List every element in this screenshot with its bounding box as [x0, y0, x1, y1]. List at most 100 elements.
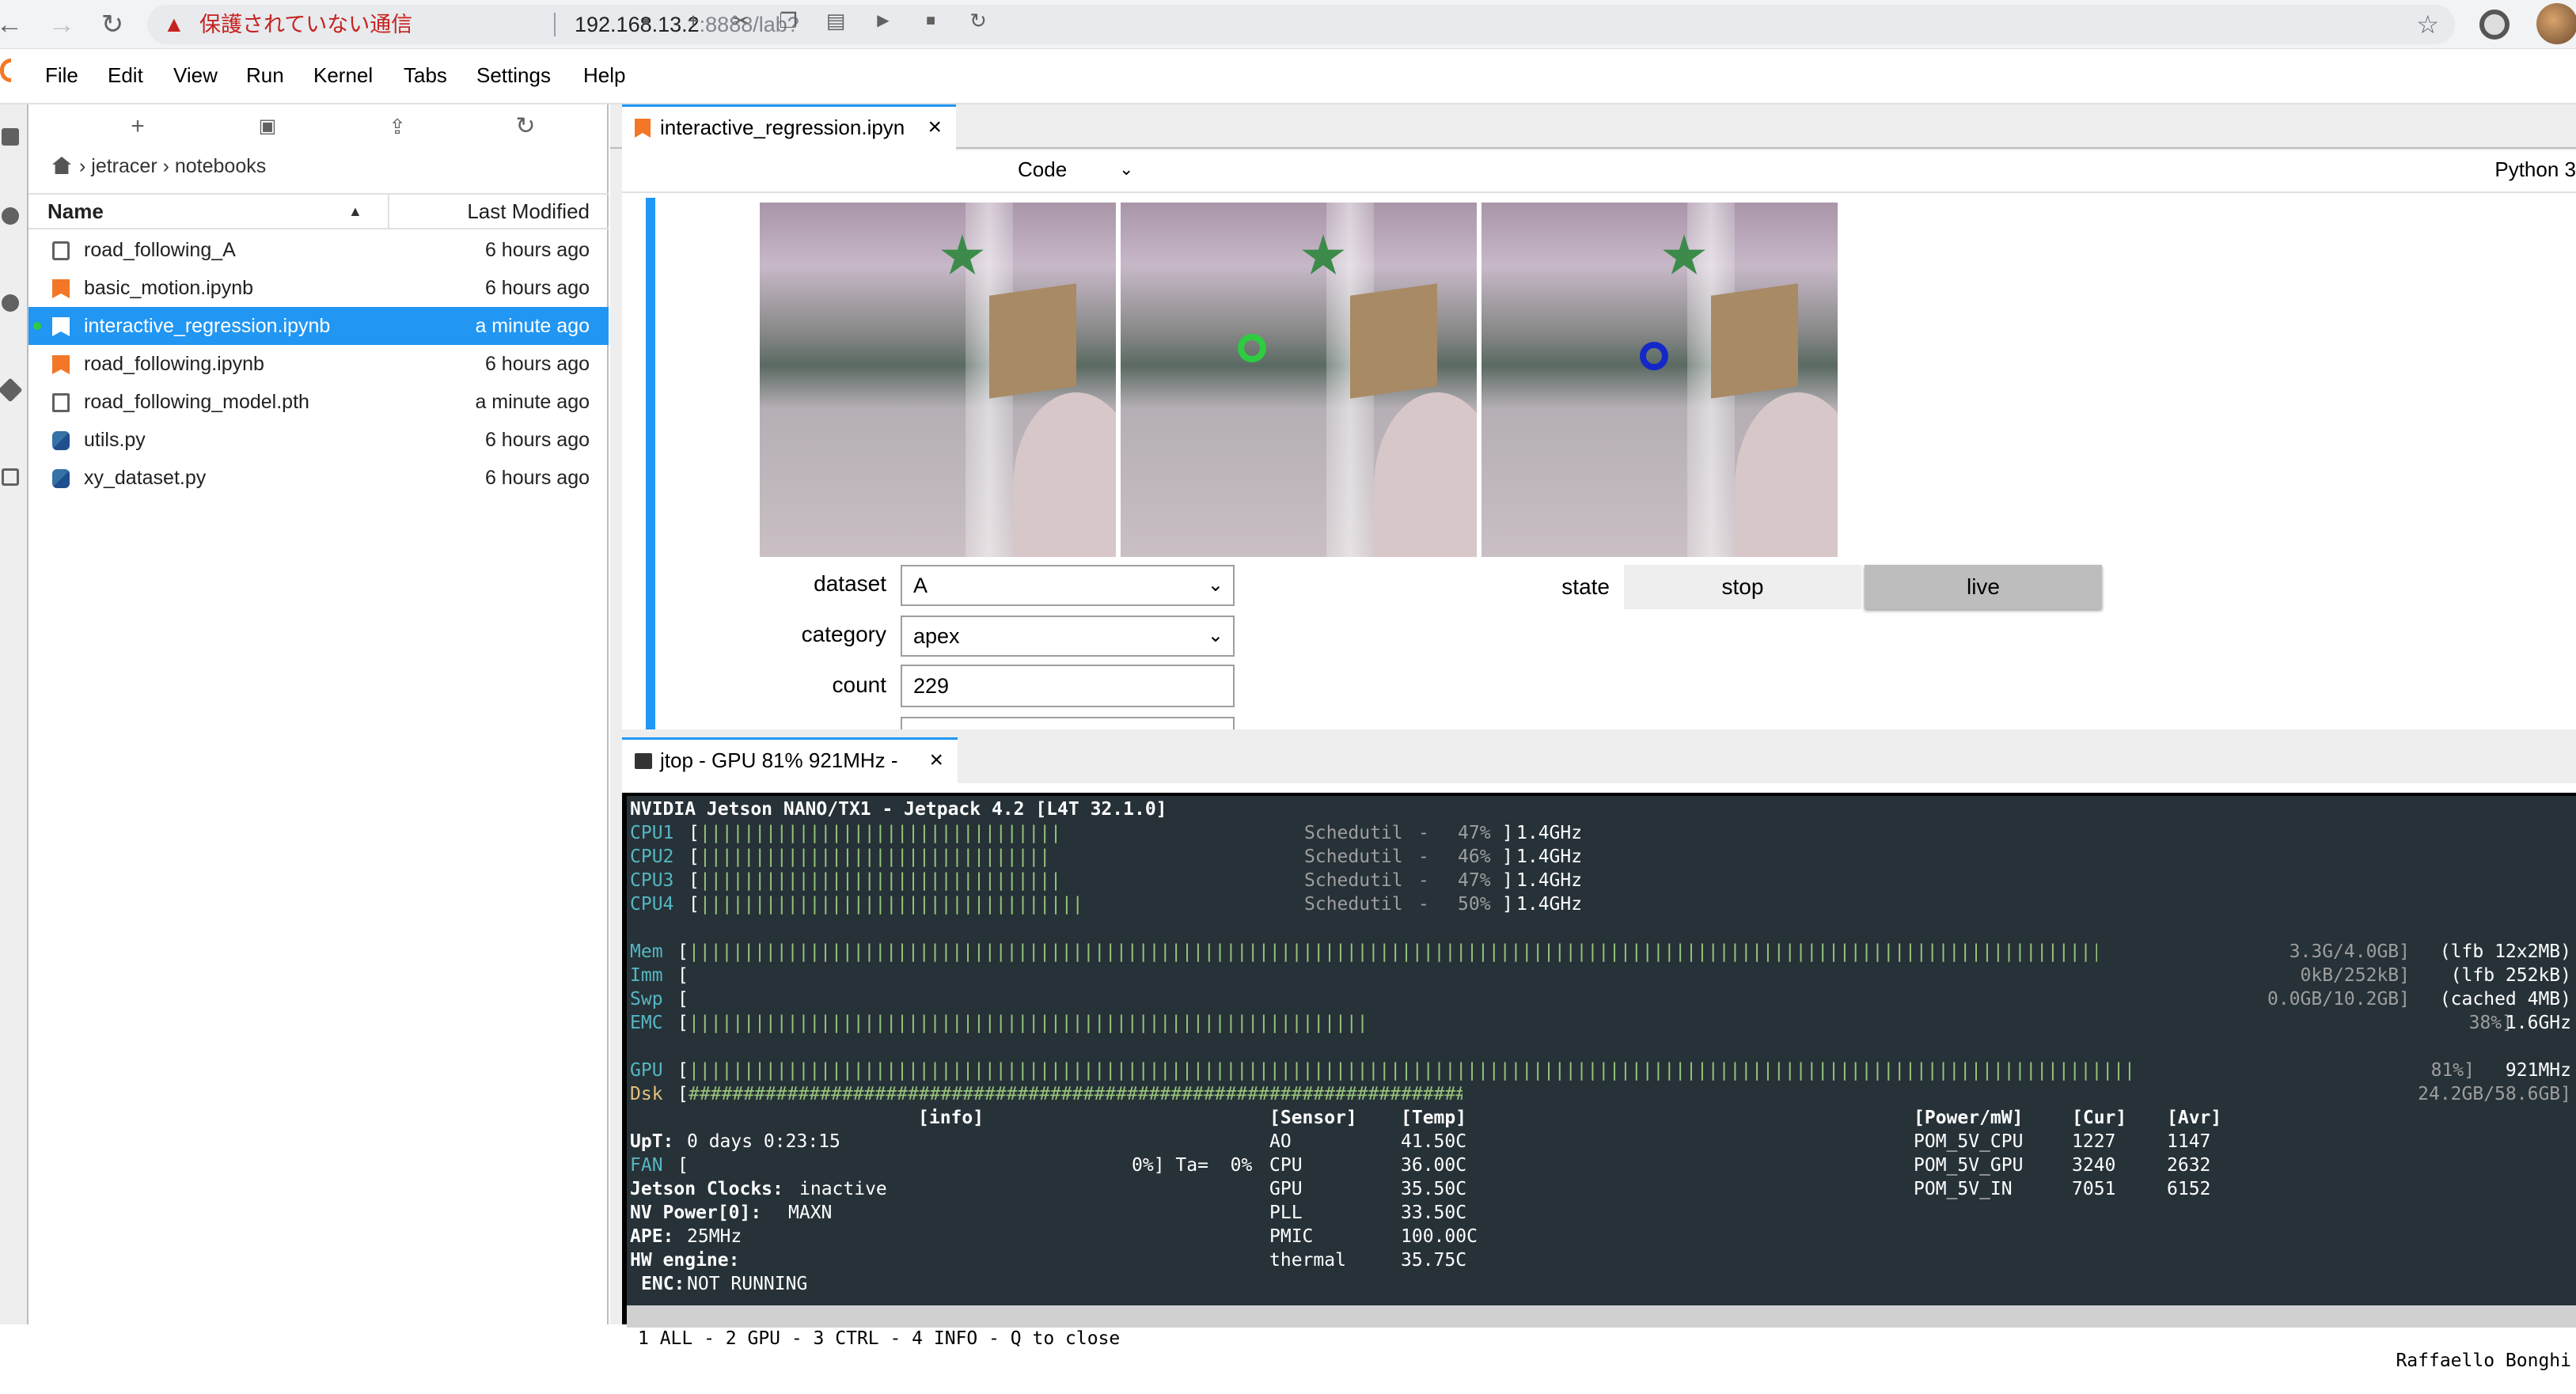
add-cell-icon[interactable]: + [679, 6, 708, 35]
upload-icon[interactable]: ⇪ [381, 111, 413, 142]
breadcrumb-notebooks[interactable]: notebooks [175, 155, 266, 177]
refresh-icon[interactable]: ↻ [510, 111, 541, 142]
file-row[interactable]: utils.py 6 hours ago [28, 421, 609, 459]
address-bar[interactable]: ▲ 保護されていない通信 192.168.13.2:8888/lab? ☆ [147, 5, 2455, 44]
extension-icon[interactable] [2479, 9, 2510, 40]
security-warning[interactable]: 保護されていない通信 [199, 5, 412, 44]
tab-interactive-regression[interactable]: interactive_regression.ipyn × [622, 104, 956, 150]
count-input[interactable]: 229 [901, 665, 1235, 707]
folder-icon[interactable] [2, 128, 19, 146]
swp-value: 0.0GB/10.2GB] [2267, 989, 2410, 1010]
file-row[interactable]: xy_dataset.py 6 hours ago [28, 459, 609, 497]
omnibox-separator [554, 13, 556, 36]
reload-icon[interactable]: ↻ [97, 5, 128, 44]
ape-label: APE: [630, 1226, 674, 1247]
power-avr: 1147 [2167, 1131, 2211, 1152]
cell-type-select[interactable]: Code ⌄ [1018, 155, 1133, 184]
dash: - [1418, 823, 1429, 843]
close-icon[interactable]: × [928, 107, 942, 148]
sensor-temp: 41.50C [1401, 1131, 1467, 1152]
restart-icon[interactable]: ↻ [964, 6, 992, 35]
new-launcher-icon[interactable]: + [122, 111, 154, 142]
profile-avatar[interactable] [2536, 3, 2576, 44]
state-stop-button[interactable]: stop [1624, 565, 1861, 609]
header-last-modified[interactable]: Last Modified [467, 195, 590, 228]
terminal-screen[interactable]: NVIDIA Jetson NANO/TX1 - Jetpack 4.2 [L4… [627, 796, 2576, 1371]
bookmark-star-icon[interactable]: ☆ [2416, 5, 2439, 44]
swp-extra: (cached 4MB) [2439, 989, 2571, 1010]
save-icon[interactable]: ▪ [632, 6, 660, 35]
sensor-temp: 35.50C [1401, 1179, 1467, 1199]
tab-jtop-terminal[interactable]: jtop - GPU 81% 921MHz - × [622, 737, 958, 783]
new-folder-icon[interactable]: ▣ [252, 111, 283, 142]
file-name: xy_dataset.py [84, 467, 207, 489]
file-name: road_following_model.pth [84, 391, 309, 413]
chevron-down-icon: ⌄ [1207, 625, 1224, 646]
tabs-icon[interactable] [2, 468, 19, 486]
mem-value: 3.3G/4.0GB] [2289, 941, 2410, 962]
bracket: [ [689, 823, 700, 843]
category-select[interactable]: apex ⌄ [901, 616, 1235, 657]
menu-help[interactable]: Help [583, 63, 625, 88]
paste-icon[interactable]: ▤ [821, 6, 850, 35]
breadcrumb-jetracer[interactable]: jetracer [91, 155, 157, 177]
power-cur: 3240 [2072, 1155, 2116, 1176]
file-row[interactable]: road_following_A 6 hours ago [28, 231, 609, 269]
sensor-temp: 35.75C [1401, 1250, 1467, 1271]
menu-run[interactable]: Run [246, 63, 284, 88]
sensor-name: AO [1269, 1131, 1292, 1152]
breadcrumb-sep: › [79, 155, 92, 177]
dash: - [1418, 894, 1429, 915]
chevron-down-icon: ⌄ [1207, 574, 1224, 596]
cut-icon[interactable]: ✂ [727, 6, 755, 35]
camera-image-annotated [1481, 203, 1838, 557]
camera-image-live [760, 203, 1116, 557]
notebook-icon [52, 317, 70, 336]
breadcrumb: › jetracer › notebooks [52, 155, 266, 178]
cpu4-load: 50% [1458, 894, 1491, 915]
menu-file[interactable]: File [45, 63, 78, 88]
file-row[interactable]: basic_motion.ipynb 6 hours ago [28, 269, 609, 307]
file-row[interactable]: road_following_model.pth a minute ago [28, 383, 609, 421]
target-marker-blue [1640, 342, 1668, 370]
bracket: [ [677, 989, 689, 1010]
menu-edit[interactable]: Edit [108, 63, 143, 88]
stop-icon[interactable]: ■ [916, 6, 945, 35]
file-row[interactable]: road_following.ipynb 6 hours ago [28, 345, 609, 383]
power-cur: 1227 [2072, 1131, 2116, 1152]
menu-tabs[interactable]: Tabs [404, 63, 447, 88]
sensor-name: GPU [1269, 1179, 1303, 1199]
bracket: [ [677, 1084, 689, 1104]
kernel-name[interactable]: Python 3 [2494, 155, 2576, 184]
wrench-icon[interactable] [0, 377, 23, 403]
sensor-name: PLL [1269, 1203, 1303, 1223]
file-icon [52, 393, 70, 412]
home-icon[interactable] [52, 157, 71, 174]
file-name: road_following.ipynb [84, 353, 264, 375]
header-name[interactable]: Name [47, 195, 104, 228]
gpu-extra: 921MHz [2505, 1060, 2571, 1081]
run-icon[interactable]: ▶ [869, 6, 897, 35]
dsk-bar: ########################################… [689, 1084, 1463, 1104]
hw-engine-label: HW engine: [630, 1250, 740, 1271]
copy-icon[interactable]: ❐ [774, 6, 802, 35]
gpu-bar: ||||||||||||||||||||||||||||||||||||||||… [689, 1060, 2130, 1081]
sensor-temp: 100.00C [1401, 1226, 1478, 1247]
menu-settings[interactable]: Settings [476, 63, 551, 88]
state-live-button[interactable]: live [1865, 565, 2102, 609]
active-cell-indicator [646, 198, 655, 729]
close-icon[interactable]: × [929, 740, 943, 781]
running-icon[interactable] [2, 207, 19, 225]
menu-view[interactable]: View [173, 63, 218, 88]
tab-label: interactive_regression.ipyn [660, 116, 905, 139]
enc-label: ENC: [641, 1274, 685, 1294]
camera-image-snapshot[interactable] [1121, 203, 1477, 557]
file-row-selected[interactable]: interactive_regression.ipynb a minute ag… [28, 307, 609, 345]
dataset-select[interactable]: A ⌄ [901, 565, 1235, 606]
palette-icon[interactable] [2, 294, 19, 312]
menu-kernel[interactable]: Kernel [313, 63, 373, 88]
power-avr: 6152 [2167, 1179, 2211, 1199]
forward-icon[interactable]: → [46, 5, 78, 44]
cpu4-freq: 1.4GHz [1516, 894, 1583, 915]
back-icon[interactable]: ← [0, 5, 25, 44]
